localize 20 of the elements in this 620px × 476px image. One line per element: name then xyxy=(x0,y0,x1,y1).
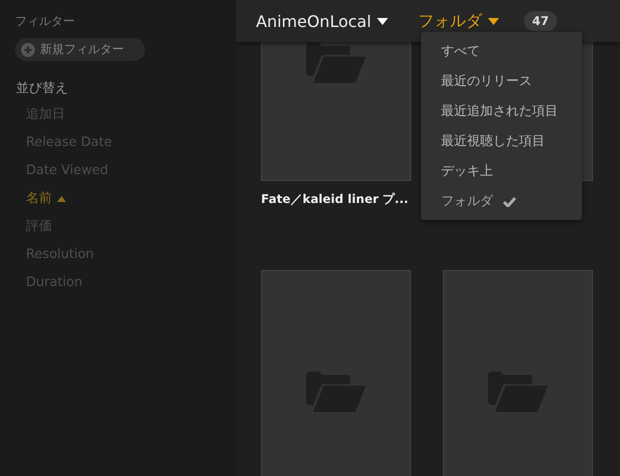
check-icon xyxy=(503,196,516,206)
view-dropdown[interactable]: フォルダ xyxy=(418,10,500,32)
folder-poster[interactable] xyxy=(443,270,593,476)
caret-icon xyxy=(488,18,500,24)
folder-poster[interactable] xyxy=(261,270,411,476)
menu-item[interactable]: すべて xyxy=(421,36,582,66)
item-count: 47 xyxy=(524,11,557,31)
section-heading: 並び替え xyxy=(16,80,69,97)
section-heading: フィルター xyxy=(15,13,76,30)
menu-item[interactable]: 最近追加された項目 xyxy=(421,96,582,126)
library-dropdown[interactable]: AnimeOnLocal xyxy=(256,12,388,30)
menu-item[interactable]: 最近のリリース xyxy=(421,66,582,96)
caret-icon xyxy=(377,18,388,24)
item-title[interactable]: Fate／kaleid liner プ... xyxy=(261,181,411,230)
plus-icon xyxy=(21,42,35,56)
menu-item[interactable]: 最近視聴した項目 xyxy=(421,126,582,156)
new-filter-button[interactable]: 新規フィルター xyxy=(15,38,145,61)
menu-item[interactable]: フォルダ xyxy=(421,186,582,216)
sort-option[interactable]: 名前 xyxy=(26,185,236,213)
menu-item[interactable]: デッキ上 xyxy=(421,156,582,186)
